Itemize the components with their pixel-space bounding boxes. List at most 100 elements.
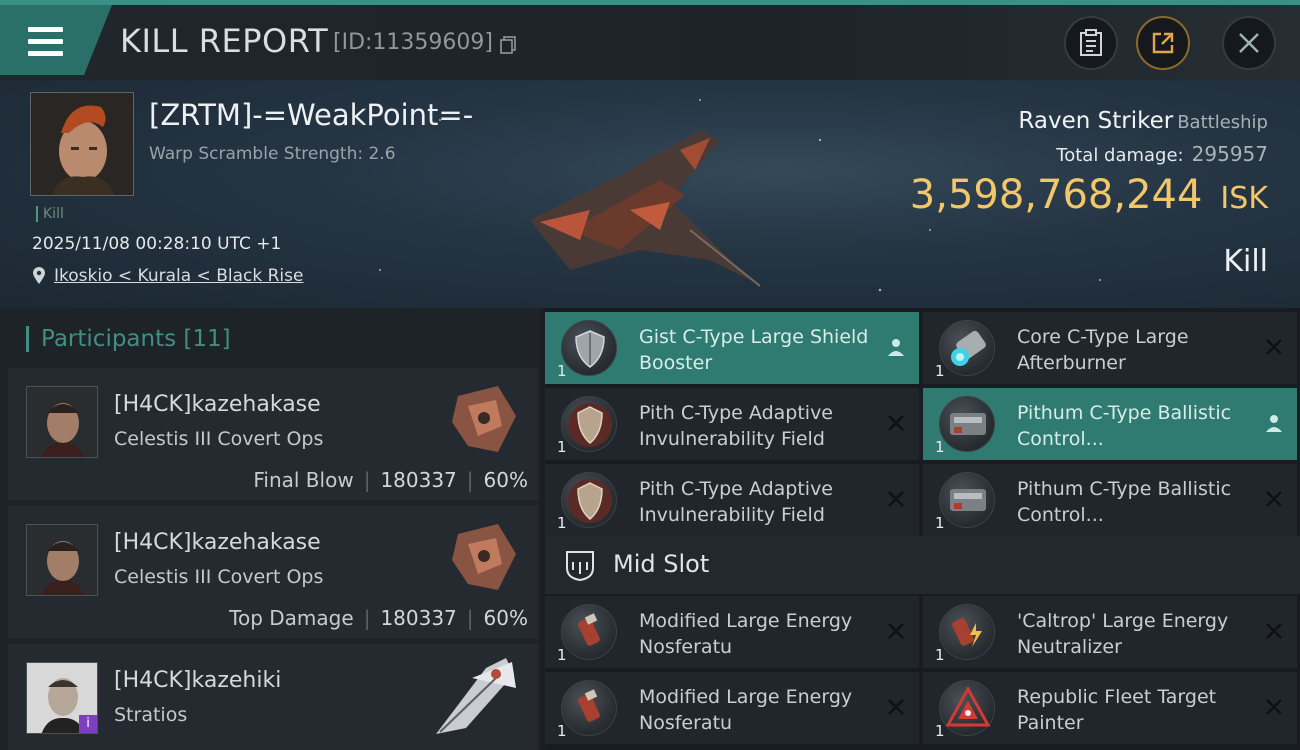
ship-name[interactable]: Raven Striker: [1018, 108, 1173, 134]
module-quantity: 1: [935, 646, 945, 664]
participants-panel: Participants [11] [H4CK]kazehakase Celes…: [0, 308, 540, 750]
participants-heading-label: Participants: [41, 326, 177, 352]
module-slot[interactable]: 1 Modified Large Energy Nosferatu: [545, 672, 919, 744]
module-slot[interactable]: 1 Core C-Type Large Afterburner: [923, 312, 1297, 384]
module-name: Modified Large Energy Nosferatu: [639, 610, 853, 658]
menu-button[interactable]: [0, 5, 112, 75]
person-icon[interactable]: [885, 336, 907, 358]
module-slot[interactable]: 1 Gist C-Type Large Shield Booster: [545, 312, 919, 384]
info-badge-icon: i: [79, 715, 97, 733]
module-name: Core C-Type Large Afterburner: [1017, 326, 1189, 374]
hamburger-icon[interactable]: [28, 27, 63, 57]
victim-name[interactable]: [ZRTM]-=WeakPoint=-: [149, 98, 473, 132]
close-icon[interactable]: [1263, 488, 1285, 510]
kill-tag: Kill: [36, 206, 64, 222]
module-slot[interactable]: 1 Pithum C-Type Ballistic Control...: [923, 388, 1297, 460]
participant-damage: 180337: [380, 606, 457, 630]
participant-avatar[interactable]: [26, 386, 98, 458]
module-name: 'Caltrop' Large Energy Neutralizer: [1017, 610, 1229, 658]
energy-nosferatu-icon: [561, 604, 617, 660]
module-slot[interactable]: 1 Pith C-Type Adaptive Invulnerability F…: [545, 464, 919, 536]
module-slot[interactable]: 1 Republic Fleet Target Painter: [923, 672, 1297, 744]
close-icon[interactable]: [1263, 696, 1285, 718]
module-slot[interactable]: 1 Pith C-Type Adaptive Invulnerability F…: [545, 388, 919, 460]
close-icon[interactable]: [1263, 336, 1285, 358]
close-icon[interactable]: [885, 620, 907, 642]
shield-booster-icon: [561, 320, 617, 376]
participant-percent: 60%: [483, 468, 528, 492]
participant-ship-image: [452, 524, 516, 590]
module-name: Pithum C-Type Ballistic Control...: [1017, 478, 1232, 526]
module-slot[interactable]: 1 Pithum C-Type Ballistic Control...: [923, 464, 1297, 536]
participant-name[interactable]: [H4CK]kazehiki: [114, 668, 281, 693]
clipboard-icon: [1080, 29, 1102, 56]
close-icon: [1239, 33, 1259, 53]
module-quantity: 1: [935, 514, 945, 532]
isk-value: 3,598,768,244 ISK: [910, 172, 1268, 218]
module-quantity: 1: [557, 646, 567, 664]
participant-role: Final Blow: [253, 468, 354, 492]
module-slot[interactable]: 1 Modified Large Energy Nosferatu: [545, 596, 919, 668]
warp-scramble-strength: Warp Scramble Strength: 2.6: [149, 144, 396, 164]
location-link[interactable]: Ikoskio < Kurala < Black Rise: [54, 266, 303, 286]
participant-name[interactable]: [H4CK]kazehakase: [114, 392, 321, 417]
victim-ship: Raven Striker Battleship: [1018, 108, 1268, 134]
invulnerability-field-icon: [561, 396, 617, 452]
participant-damage: 180337: [380, 468, 457, 492]
participant-name[interactable]: [H4CK]kazehakase: [114, 530, 321, 555]
victim-ship-image: [530, 130, 761, 287]
ballistic-control-icon: [939, 472, 995, 528]
participants-heading: Participants [11]: [26, 326, 231, 352]
module-quantity: 1: [557, 722, 567, 740]
close-icon[interactable]: [885, 488, 907, 510]
share-button[interactable]: [1136, 16, 1190, 70]
report-id: [ID:11359609]: [333, 30, 493, 55]
module-quantity: 1: [557, 514, 567, 532]
participant-card[interactable]: [H4CK]kazehakase Celestis III Covert Ops…: [8, 506, 538, 638]
mid-slot-section-header: Mid Slot: [545, 536, 1300, 594]
close-button[interactable]: [1222, 16, 1276, 70]
ship-class: Battleship: [1177, 112, 1268, 133]
location-pin-icon: [33, 267, 45, 284]
participant-card[interactable]: i [H4CK]kazehiki Stratios: [8, 644, 538, 750]
module-name: Pith C-Type Adaptive Invulnerability Fie…: [639, 478, 833, 526]
participant-card[interactable]: [H4CK]kazehakase Celestis III Covert Ops…: [8, 368, 538, 500]
energy-nosferatu-icon: [561, 680, 617, 736]
module-name: Republic Fleet Target Painter: [1017, 686, 1217, 734]
kill-summary-header: [ZRTM]-=WeakPoint=- Warp Scramble Streng…: [0, 80, 1300, 308]
module-quantity: 1: [557, 362, 567, 380]
participant-avatar[interactable]: [26, 524, 98, 596]
invulnerability-field-icon: [561, 472, 617, 528]
close-icon[interactable]: [885, 412, 907, 434]
clipboard-button[interactable]: [1064, 16, 1118, 70]
module-name: Gist C-Type Large Shield Booster: [639, 326, 869, 374]
person-icon[interactable]: [1263, 412, 1285, 434]
top-bar: KILL REPORT [ID:11359609]: [0, 0, 1300, 80]
participants-count: [11]: [183, 326, 231, 352]
copy-icon[interactable]: [500, 36, 516, 54]
module-quantity: 1: [557, 438, 567, 456]
afterburner-icon: [939, 320, 995, 376]
target-painter-icon: [939, 680, 995, 736]
module-slot[interactable]: 1 'Caltrop' Large Energy Neutralizer: [923, 596, 1297, 668]
participant-stats: Top Damage | 180337 | 60%: [229, 606, 528, 630]
ballistic-control-icon: [939, 396, 995, 452]
kill-result: Kill: [1223, 244, 1268, 279]
total-damage-value: 295957: [1191, 142, 1268, 166]
participant-avatar[interactable]: i: [26, 662, 98, 734]
module-quantity: 1: [935, 438, 945, 456]
module-quantity: 1: [935, 722, 945, 740]
participant-ship-image: [452, 386, 516, 452]
close-icon[interactable]: [885, 696, 907, 718]
victim-avatar[interactable]: [30, 92, 134, 196]
isk-amount: 3,598,768,244: [909, 172, 1203, 218]
total-damage: Total damage: 295957: [1056, 142, 1268, 166]
isk-unit: ISK: [1220, 181, 1268, 216]
close-icon[interactable]: [1263, 620, 1285, 642]
kill-location[interactable]: Ikoskio < Kurala < Black Rise: [32, 266, 303, 286]
module-quantity: 1: [935, 362, 945, 380]
energy-neutralizer-icon: [939, 604, 995, 660]
participant-role: Top Damage: [229, 606, 354, 630]
module-name: Pithum C-Type Ballistic Control...: [1017, 402, 1232, 450]
module-name: Modified Large Energy Nosferatu: [639, 686, 853, 734]
